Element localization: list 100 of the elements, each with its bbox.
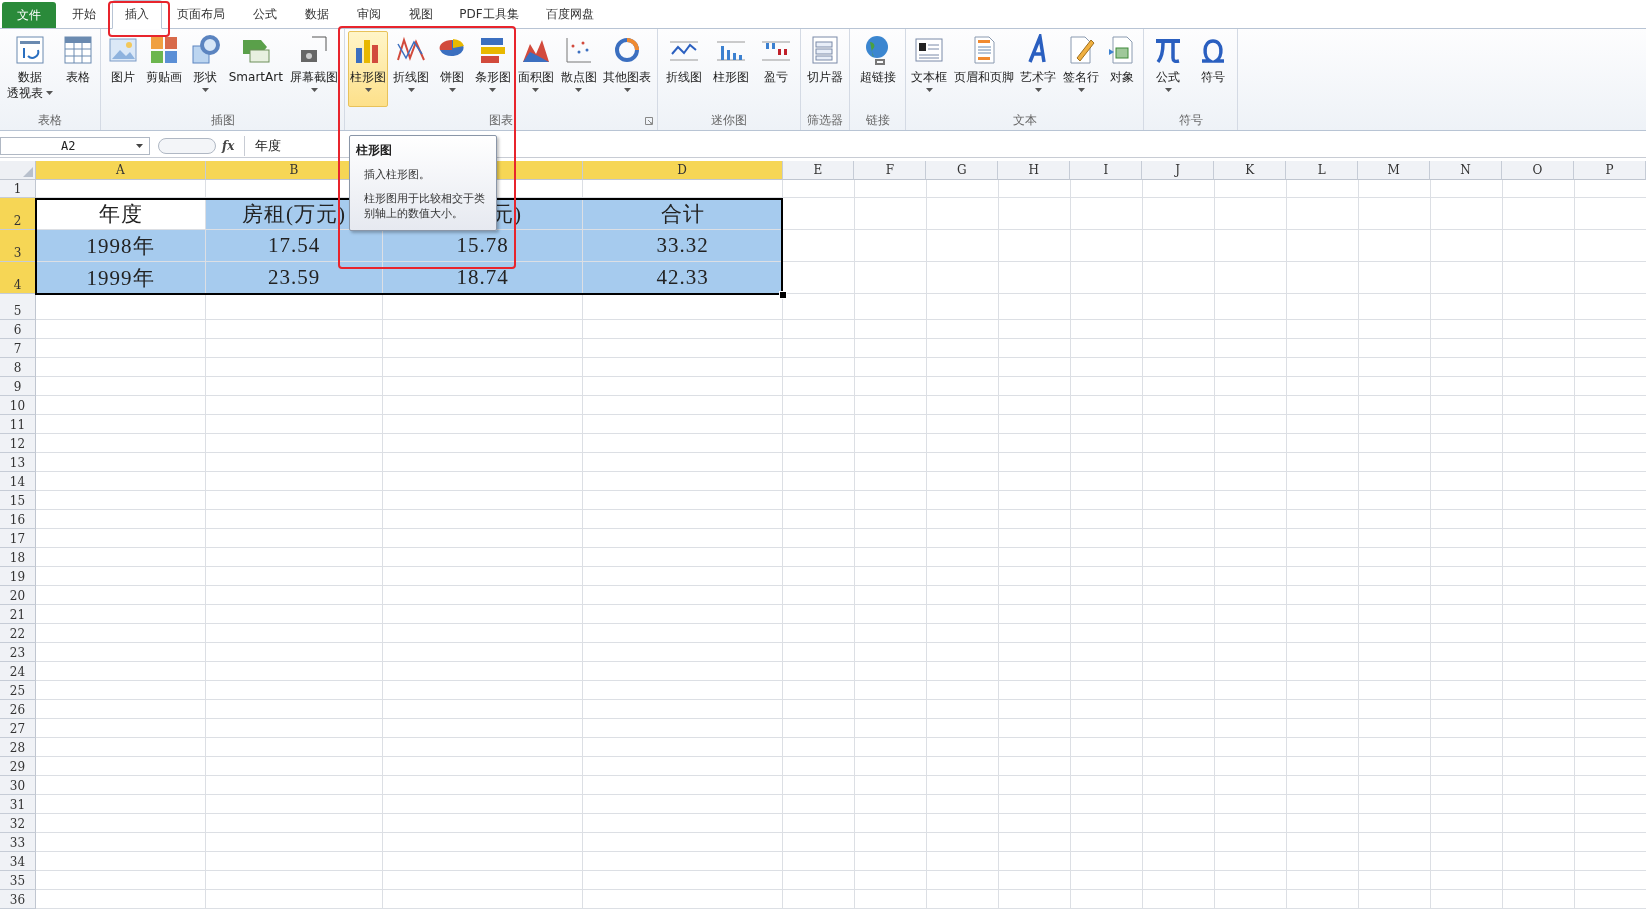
ribbon-tab[interactable]: 公式 [240, 0, 290, 28]
row-header[interactable]: 28 [0, 738, 36, 757]
insert-function-button[interactable]: fx [222, 139, 235, 153]
row-header[interactable]: 22 [0, 624, 36, 643]
caret-icon[interactable] [136, 144, 143, 148]
row-header[interactable]: 35 [0, 871, 36, 890]
column-header[interactable]: F [854, 161, 927, 180]
column-header[interactable]: K [1214, 161, 1287, 180]
column-header[interactable]: N [1430, 161, 1503, 180]
ribbon-tab[interactable]: 插入 [112, 0, 162, 29]
ribbon-button[interactable]: SmartArt [226, 31, 285, 107]
table-cell[interactable]: 33.32 [583, 230, 783, 262]
table-cell[interactable]: 42.33 [583, 262, 783, 294]
ribbon-button[interactable]: 饼图 [434, 31, 471, 107]
row-header[interactable]: 11 [0, 415, 36, 434]
column-header[interactable]: G [926, 161, 999, 180]
column-header[interactable]: H [998, 161, 1071, 180]
table-cell[interactable]: 合计 [583, 198, 783, 230]
row-header[interactable]: 19 [0, 567, 36, 586]
row-header[interactable]: 30 [0, 776, 36, 795]
ribbon-tab[interactable]: 页面布局 [162, 0, 240, 28]
ribbon-button[interactable]: 数据 透视表 [4, 31, 55, 107]
row-header[interactable]: 9 [0, 377, 36, 396]
row-header[interactable]: 17 [0, 529, 36, 548]
row-header[interactable]: 25 [0, 681, 36, 700]
column-header[interactable]: J [1142, 161, 1215, 180]
row-header[interactable]: 5 [0, 294, 36, 320]
ribbon-tab[interactable]: 百度网盘 [530, 0, 610, 28]
row-header[interactable]: 21 [0, 605, 36, 624]
row-header[interactable]: 3 [0, 230, 36, 262]
column-header[interactable]: P [1574, 161, 1646, 180]
ribbon-tab[interactable]: 视图 [394, 0, 448, 28]
ribbon-button[interactable]: 对象 [1103, 31, 1140, 107]
dialog-launcher-icon[interactable] [645, 117, 653, 125]
row-header[interactable]: 23 [0, 643, 36, 662]
ribbon-button[interactable]: 艺术字 [1018, 31, 1059, 107]
fill-handle[interactable] [779, 291, 787, 299]
column-header[interactable]: M [1358, 161, 1431, 180]
table-cell[interactable]: 1999年 [36, 262, 206, 294]
ribbon-button[interactable]: 签名行 [1061, 31, 1102, 107]
ribbon-button[interactable]: 公式 [1150, 31, 1187, 107]
row-header[interactable]: 6 [0, 320, 36, 339]
row-header[interactable]: 1 [0, 180, 36, 198]
ribbon-tab[interactable]: 审阅 [344, 0, 394, 28]
row-header[interactable]: 8 [0, 358, 36, 377]
row-header[interactable]: 18 [0, 548, 36, 567]
column-header[interactable]: L [1286, 161, 1359, 180]
row-header[interactable]: 2 [0, 198, 36, 230]
row-header[interactable]: 31 [0, 795, 36, 814]
row-header[interactable]: 10 [0, 396, 36, 415]
row-header[interactable]: 27 [0, 719, 36, 738]
table-cell[interactable]: 1998年 [36, 230, 206, 262]
column-header[interactable]: I [1070, 161, 1143, 180]
ribbon-button[interactable]: 屏幕截图 [288, 31, 341, 107]
table-cell[interactable]: 15.78 [383, 230, 583, 262]
table-cell[interactable]: 17.54 [206, 230, 383, 262]
ribbon-button[interactable]: 超链接 [857, 31, 898, 107]
ribbon-tab[interactable]: 数据 [290, 0, 344, 28]
row-header[interactable]: 36 [0, 890, 36, 909]
ribbon-button[interactable]: 盈亏 [758, 31, 795, 107]
row-header[interactable]: 20 [0, 586, 36, 605]
ribbon-tab[interactable]: 开始 [56, 0, 112, 28]
column-header[interactable]: A [36, 161, 206, 180]
ribbon-button[interactable]: 柱形图 [348, 31, 389, 107]
ribbon-tab[interactable]: 文件 [2, 2, 56, 28]
column-header[interactable]: E [782, 161, 855, 180]
table-cell[interactable]: 18.74 [383, 262, 583, 294]
select-all-corner[interactable] [0, 161, 36, 180]
row-header[interactable]: 26 [0, 700, 36, 719]
column-header[interactable]: D [582, 161, 783, 180]
row-header[interactable]: 14 [0, 472, 36, 491]
row-header[interactable]: 12 [0, 434, 36, 453]
ribbon-button[interactable]: 折线图 [663, 31, 704, 107]
row-header[interactable]: 33 [0, 833, 36, 852]
row-header[interactable]: 24 [0, 662, 36, 681]
ribbon-button[interactable]: 折线图 [391, 31, 432, 107]
column-header[interactable]: O [1502, 161, 1574, 180]
ribbon-button[interactable]: 面积图 [515, 31, 556, 107]
ribbon-button[interactable]: 条形图 [472, 31, 513, 107]
row-header[interactable]: 16 [0, 510, 36, 529]
row-header[interactable]: 32 [0, 814, 36, 833]
ribbon-button[interactable]: 文本框 [909, 31, 950, 107]
ribbon-button[interactable]: 散点图 [558, 31, 599, 107]
table-cell[interactable]: 23.59 [206, 262, 383, 294]
ribbon-button[interactable]: 形状 [187, 31, 224, 107]
row-header[interactable]: 7 [0, 339, 36, 358]
ribbon-button[interactable]: 切片器 [805, 31, 845, 107]
row-header[interactable]: 34 [0, 852, 36, 871]
formula-bar-handle[interactable] [158, 138, 216, 154]
ribbon-button[interactable]: 柱形图 [711, 31, 751, 107]
row-header[interactable]: 15 [0, 491, 36, 510]
ribbon-button[interactable]: 图片 [104, 31, 141, 107]
row-header[interactable]: 29 [0, 757, 36, 776]
name-box[interactable]: A2 [0, 137, 150, 155]
ribbon-button[interactable]: 其他图表 [601, 31, 654, 107]
row-header[interactable]: 13 [0, 453, 36, 472]
ribbon-button[interactable]: 表格 [59, 31, 96, 107]
ribbon-button[interactable]: 页眉和页脚 [951, 31, 1016, 107]
row-header[interactable]: 4 [0, 262, 36, 294]
ribbon-button[interactable]: 符号 [1194, 31, 1231, 107]
